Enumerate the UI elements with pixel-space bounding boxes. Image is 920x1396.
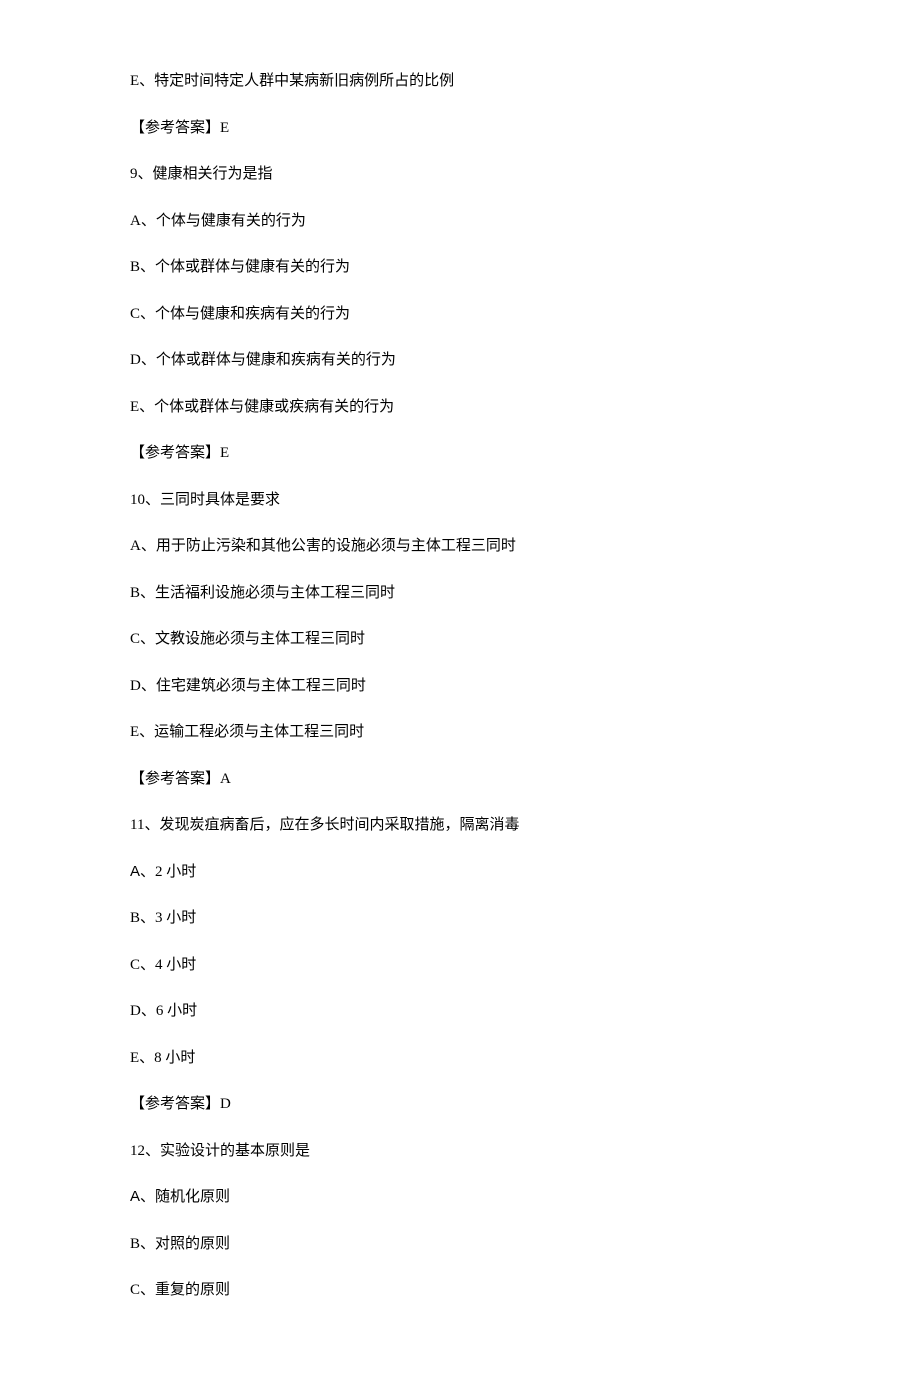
question-number: 9、 xyxy=(130,166,153,182)
option-text: 4 小时 xyxy=(155,957,196,973)
question-text: 实验设计的基本原则是 xyxy=(160,1143,310,1159)
option-prefix: D、 xyxy=(130,1003,156,1019)
question-number: 12、 xyxy=(130,1143,160,1159)
option-prefix: B、 xyxy=(130,585,155,601)
option-text: 文教设施必须与主体工程三同时 xyxy=(155,631,365,647)
question-text: 健康相关行为是指 xyxy=(153,166,273,182)
text-line: D、6 小时 xyxy=(130,1000,790,1023)
option-prefix: C、 xyxy=(130,957,155,973)
option-text: 6 小时 xyxy=(156,1003,197,1019)
option-text: 用于防止污染和其他公害的设施必须与主体工程三同时 xyxy=(156,538,516,554)
option-prefix: A、 xyxy=(130,863,155,880)
text-line: A、随机化原则 xyxy=(130,1186,790,1209)
text-line: 9、健康相关行为是指 xyxy=(130,163,790,186)
text-line: C、重复的原则 xyxy=(130,1279,790,1302)
text-line: C、个体与健康和疾病有关的行为 xyxy=(130,303,790,326)
answer-text: 【参考答案】E xyxy=(130,120,229,136)
text-line: 12、实验设计的基本原则是 xyxy=(130,1140,790,1163)
text-line: E、个体或群体与健康或疾病有关的行为 xyxy=(130,396,790,419)
question-number: 11、 xyxy=(130,817,159,833)
option-prefix: E、 xyxy=(130,399,154,415)
text-line: 11、发现炭疽病畜后，应在多长时间内采取措施，隔离消毒 xyxy=(130,814,790,837)
answer-text: 【参考答案】E xyxy=(130,445,229,461)
option-prefix: B、 xyxy=(130,1236,155,1252)
option-text: 个体或群体与健康或疾病有关的行为 xyxy=(154,399,394,415)
text-line: D、个体或群体与健康和疾病有关的行为 xyxy=(130,349,790,372)
option-text: 3 小时 xyxy=(155,910,196,926)
option-text: 个体与健康和疾病有关的行为 xyxy=(155,306,350,322)
option-prefix: B、 xyxy=(130,910,155,926)
option-prefix: B、 xyxy=(130,259,155,275)
text-line: 【参考答案】A xyxy=(130,768,790,791)
option-text: 个体与健康有关的行为 xyxy=(156,213,306,229)
option-text: 住宅建筑必须与主体工程三同时 xyxy=(156,678,366,694)
question-text: 三同时具体是要求 xyxy=(160,492,280,508)
text-line: E、8 小时 xyxy=(130,1047,790,1070)
option-prefix: A、 xyxy=(130,538,156,554)
option-text: 个体或群体与健康和疾病有关的行为 xyxy=(156,352,396,368)
option-text: 生活福利设施必须与主体工程三同时 xyxy=(155,585,395,601)
text-line: A、个体与健康有关的行为 xyxy=(130,210,790,233)
answer-text: 【参考答案】D xyxy=(130,1096,231,1112)
text-line: A、用于防止污染和其他公害的设施必须与主体工程三同时 xyxy=(130,535,790,558)
text-line: E、运输工程必须与主体工程三同时 xyxy=(130,721,790,744)
text-line: C、文教设施必须与主体工程三同时 xyxy=(130,628,790,651)
text-line: D、住宅建筑必须与主体工程三同时 xyxy=(130,675,790,698)
option-text: 随机化原则 xyxy=(155,1189,230,1205)
option-text: 运输工程必须与主体工程三同时 xyxy=(154,724,364,740)
question-text: 发现炭疽病畜后，应在多长时间内采取措施，隔离消毒 xyxy=(159,817,519,833)
option-prefix: C、 xyxy=(130,306,155,322)
option-prefix: A、 xyxy=(130,213,156,229)
option-text: 重复的原则 xyxy=(155,1282,230,1298)
question-number: 10、 xyxy=(130,492,160,508)
text-line: B、个体或群体与健康有关的行为 xyxy=(130,256,790,279)
text-line: 【参考答案】E xyxy=(130,442,790,465)
text-line: E、特定时间特定人群中某病新旧病例所占的比例 xyxy=(130,70,790,93)
option-text: 2 小时 xyxy=(155,864,196,880)
option-text: 特定时间特定人群中某病新旧病例所占的比例 xyxy=(154,73,454,89)
option-prefix: D、 xyxy=(130,678,156,694)
option-prefix: C、 xyxy=(130,1282,155,1298)
text-line: B、对照的原则 xyxy=(130,1233,790,1256)
text-line: B、3 小时 xyxy=(130,907,790,930)
option-prefix: C、 xyxy=(130,631,155,647)
option-prefix: A、 xyxy=(130,1188,155,1205)
text-line: B、生活福利设施必须与主体工程三同时 xyxy=(130,582,790,605)
option-text: 8 小时 xyxy=(154,1050,195,1066)
document-page: E、特定时间特定人群中某病新旧病例所占的比例 【参考答案】E 9、健康相关行为是… xyxy=(0,0,920,1396)
text-line: 【参考答案】D xyxy=(130,1093,790,1116)
text-line: C、4 小时 xyxy=(130,954,790,977)
option-prefix: E、 xyxy=(130,1050,154,1066)
option-prefix: D、 xyxy=(130,352,156,368)
option-prefix: E、 xyxy=(130,73,154,89)
text-line: 【参考答案】E xyxy=(130,117,790,140)
option-prefix: E、 xyxy=(130,724,154,740)
option-text: 个体或群体与健康有关的行为 xyxy=(155,259,350,275)
answer-text: 【参考答案】A xyxy=(130,771,231,787)
text-line: 10、三同时具体是要求 xyxy=(130,489,790,512)
text-line: A、2 小时 xyxy=(130,861,790,884)
option-text: 对照的原则 xyxy=(155,1236,230,1252)
